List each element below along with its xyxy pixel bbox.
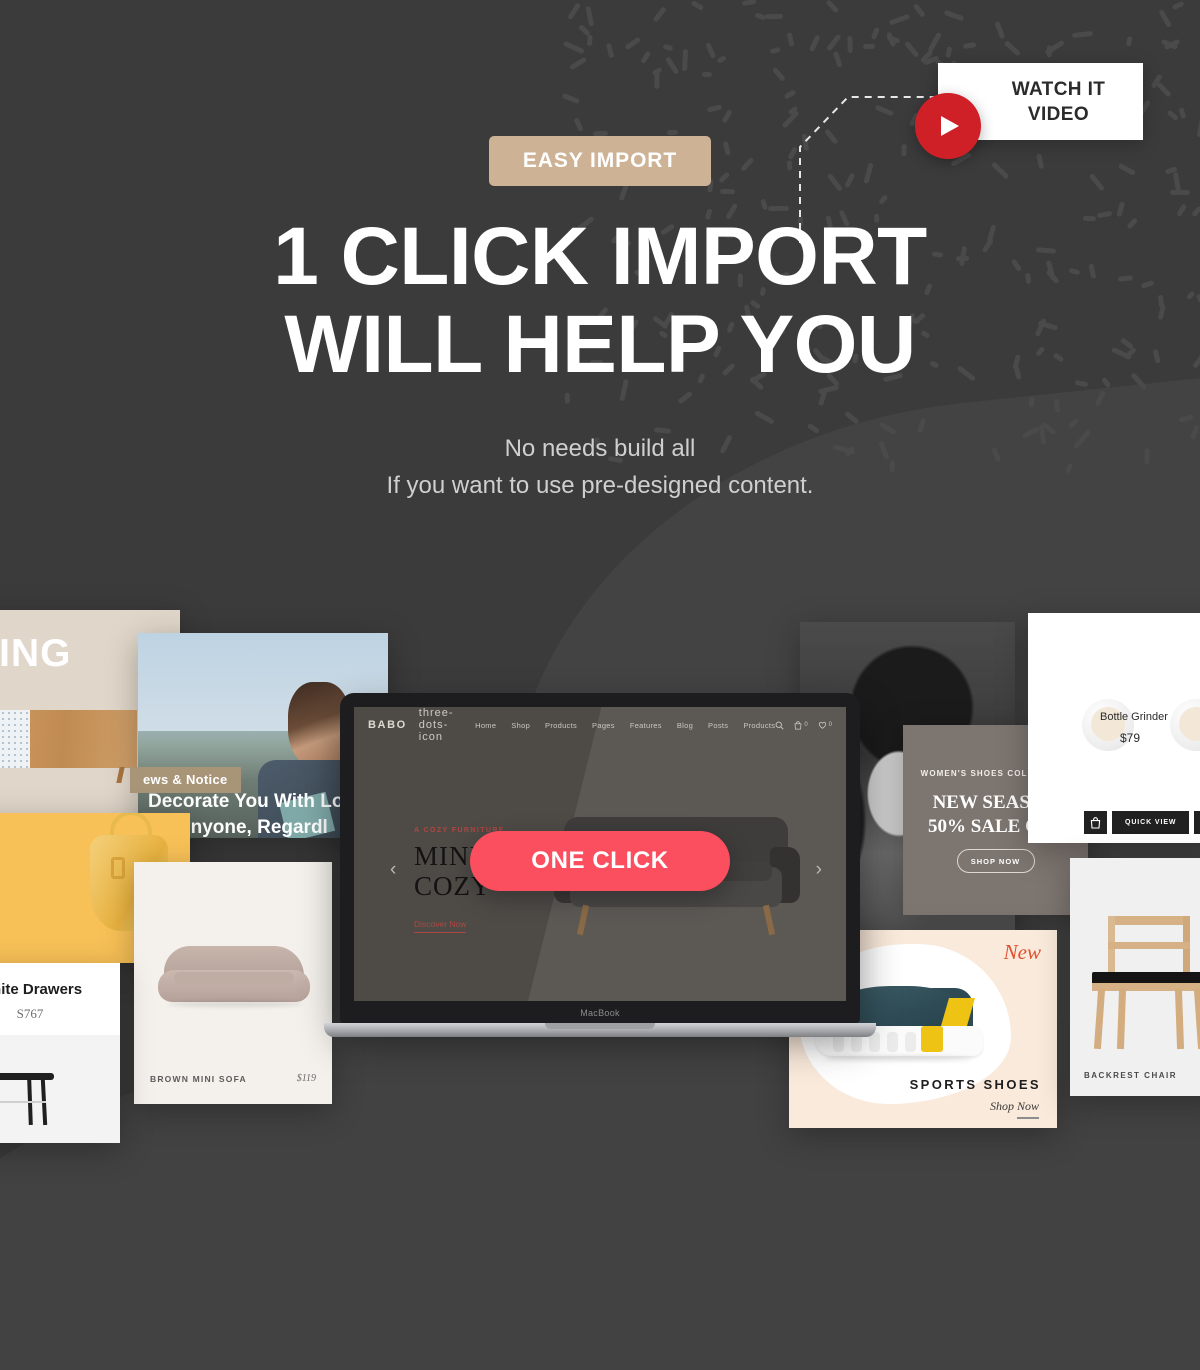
bottle-product-name: Bottle Grinder — [1100, 711, 1168, 723]
site-hero-cta[interactable]: Discover Now — [414, 919, 467, 933]
sofa-product-price: $119 — [296, 1073, 316, 1084]
site-nav-link[interactable]: Posts — [708, 721, 728, 730]
sports-shoes-new-badge: New — [1003, 940, 1041, 964]
laptop-model-label: MacBook — [580, 1008, 620, 1018]
search-icon[interactable] — [775, 721, 784, 730]
heart-icon[interactable] — [818, 721, 827, 729]
one-click-button[interactable]: ONE CLICK — [470, 831, 730, 891]
site-nav-link[interactable]: Products — [545, 721, 577, 730]
watch-video-label-line1: WATCH IT — [1011, 78, 1106, 100]
headline-line-1: 1 CLICK IMPORT — [273, 211, 927, 302]
easy-import-badge-label: EASY IMPORT — [522, 149, 678, 172]
sports-shoes-underline — [1017, 1117, 1039, 1119]
watch-video-label-line2: VIDEO — [1027, 103, 1090, 125]
headline-line-2: WILL HELP YOU — [284, 299, 916, 390]
site-nav-link[interactable]: Shop — [511, 721, 530, 730]
add-to-cart-button[interactable] — [1084, 811, 1107, 834]
site-nav-links: Home Shop Products Pages Features Blog Posts Pr… — [475, 721, 775, 730]
wishlist-count: 0 — [828, 722, 832, 728]
slider-next-button[interactable]: › — [816, 859, 822, 881]
card-bottle-grinder[interactable]: Bottle Grinder $79 QUICK VIEW — [1028, 613, 1200, 843]
site-nav-link[interactable]: Blog — [677, 721, 693, 730]
site-nav-link[interactable]: Products — [743, 721, 775, 730]
laptop-notch — [545, 1023, 655, 1029]
sports-shoes-name: SPORTS SHOES — [909, 1077, 1041, 1092]
card-backrest-chair[interactable]: BACKREST CHAIR — [1070, 858, 1200, 1096]
play-triangle-icon — [941, 116, 959, 136]
site-nav-icons: 0 0 — [775, 720, 832, 730]
page-background: WATCH IT VIDEO EASY IMPORT 1 CLICK IMPOR… — [0, 0, 1200, 1370]
site-nav-link[interactable]: Home — [475, 721, 496, 730]
drawers-product-name: White Drawers — [0, 981, 83, 998]
site-logo[interactable]: BABO — [368, 719, 407, 731]
site-navbar: BABO three-dots-icon Home Shop Products Pag… — [354, 707, 846, 743]
card-white-drawers[interactable]: White Drawers S767 — [0, 963, 120, 1143]
card-brown-mini-sofa[interactable]: BROWN MINI SOFA $119 — [134, 862, 332, 1104]
cart-count: 0 — [804, 722, 808, 728]
shopping-bag-icon — [1090, 816, 1101, 829]
sofa-product-name: BROWN MINI SOFA — [150, 1074, 247, 1084]
subtitle-line-1: No needs build all — [504, 435, 696, 462]
womens-shoes-shop-now-button[interactable]: SHOP NOW — [956, 849, 1035, 873]
grinder-illustration-right — [1170, 699, 1200, 751]
drawers-photo — [0, 1035, 120, 1143]
page-title: 1 CLICK IMPORT WILL HELP YOU — [0, 213, 1200, 389]
laptop-base — [324, 1023, 876, 1037]
site-nav-link[interactable]: Pages — [592, 721, 615, 730]
spring-banner-title: RING — [0, 632, 72, 675]
subtitle-line-2: If you want to use pre-designed content. — [386, 472, 814, 499]
slider-prev-button[interactable]: ‹ — [390, 859, 396, 881]
three-dots-icon[interactable]: three-dots-icon — [419, 707, 457, 743]
wishlist-button[interactable] — [1194, 811, 1200, 834]
site-nav-link[interactable]: Features — [630, 721, 662, 730]
shopping-bag-icon[interactable] — [794, 720, 802, 730]
sofa-illustration — [158, 946, 310, 1007]
drawers-product-code: S767 — [16, 1006, 44, 1021]
page-subtitle: No needs build all If you want to use pr… — [0, 430, 1200, 504]
easy-import-badge: EASY IMPORT — [489, 136, 711, 186]
bottle-action-row: QUICK VIEW — [1084, 811, 1200, 834]
quick-view-button[interactable]: QUICK VIEW — [1112, 811, 1190, 834]
bottle-product-price: $79 — [1120, 731, 1141, 745]
chair-product-name: BACKREST CHAIR — [1084, 1071, 1177, 1080]
chair-illustration — [1088, 916, 1200, 1050]
sports-shoes-shop-now[interactable]: Shop Now — [990, 1099, 1039, 1114]
play-button[interactable] — [915, 93, 981, 159]
